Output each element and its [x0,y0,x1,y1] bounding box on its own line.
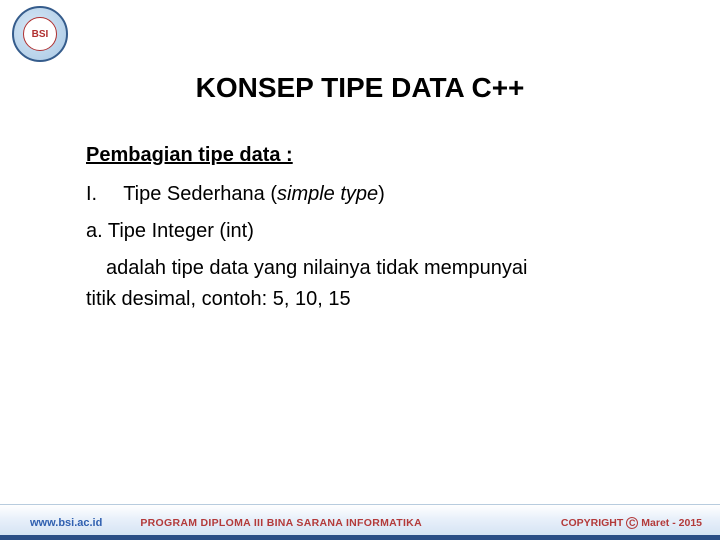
logo-text: BSI [23,17,57,51]
description-block: adalah tipe data yang nilainya tidak mem… [86,253,650,315]
footer-copyright: COPYRIGHT C Maret - 2015 [561,517,702,529]
copyright-word: COPYRIGHT [561,517,623,529]
institution-logo: BSI [12,6,68,62]
footer-url: www.bsi.ac.id [30,517,102,529]
list-text-suffix: ) [378,183,385,205]
slide-content: Pembagian tipe data : I. Tipe Sederhana … [86,140,650,315]
list-subitem-a: a. Tipe Integer (int) [86,216,650,247]
slide-title: KONSEP TIPE DATA C++ [0,72,720,104]
description-line2: titik desimal, contoh: 5, 10, 15 [86,284,650,315]
copyright-symbol-icon: C [626,517,638,529]
footer-divider [0,535,720,540]
section-subtitle: Pembagian tipe data : [86,140,650,171]
description-line1: adalah tipe data yang nilainya tidak mem… [86,253,650,284]
list-text-italic: simple type [277,183,378,205]
footer-program: PROGRAM DIPLOMA III BINA SARANA INFORMAT… [140,517,561,529]
roman-numeral: I. [86,179,118,210]
list-item-roman: I. Tipe Sederhana (simple type) [86,179,650,210]
list-text-prefix: Tipe Sederhana ( [123,183,277,205]
copyright-date: Maret - 2015 [641,517,702,529]
